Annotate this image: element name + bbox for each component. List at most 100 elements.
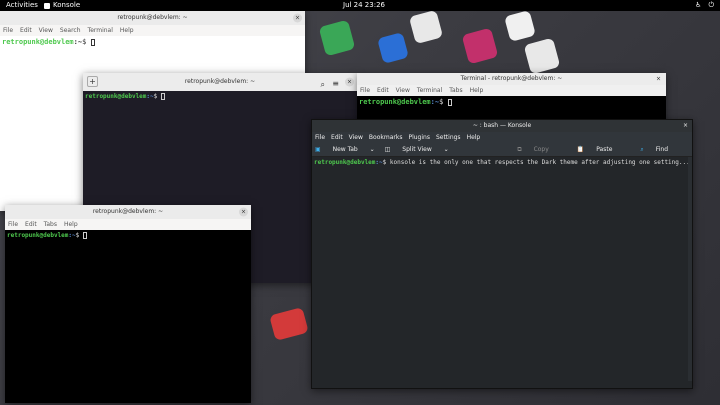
terminal-area[interactable]: retropunk@debvlem:~$ — [5, 230, 251, 241]
konsole-terminal-area[interactable]: retropunk@debvlem:~$ konsole is the only… — [312, 157, 692, 381]
window-title: Terminal - retropunk@debvlem: ~ — [460, 75, 563, 82]
konsole-menubar: File Edit View Bookmarks Plugins Setting… — [312, 132, 692, 143]
terminal-area[interactable]: retropunk@debvlem:~$ — [83, 91, 357, 102]
top-bar: Activities Konsole Jul 24 23:26 ♿ ⏻ — [0, 0, 720, 11]
close-icon[interactable]: × — [345, 77, 354, 87]
clock[interactable]: Jul 24 23:26 — [343, 0, 385, 11]
menu-view[interactable]: View — [396, 87, 410, 94]
split-view-button[interactable]: ◫ Split View ⌄ — [385, 146, 449, 153]
menu-file[interactable]: File — [8, 221, 18, 228]
find-button[interactable]: ⌕ Find — [640, 146, 678, 154]
command-text: konsole is the only one that respects th… — [389, 159, 690, 166]
menu-terminal[interactable]: Terminal — [417, 87, 442, 94]
cursor — [90, 38, 95, 46]
menu-edit[interactable]: Edit — [25, 221, 37, 228]
menu-bookmarks[interactable]: Bookmarks — [369, 132, 403, 143]
menu-file[interactable]: File — [3, 27, 13, 34]
power-icon[interactable]: ⏻ — [708, 0, 714, 11]
menubar: File Edit View Terminal Tabs Help — [357, 85, 666, 96]
search-icon[interactable]: ⌕ — [321, 76, 325, 94]
prompt-path: :~ — [68, 232, 76, 239]
copy-button[interactable]: ⧉ Copy — [517, 146, 558, 154]
wallpaper-icon-blue — [377, 32, 409, 64]
menu-search[interactable]: Search — [60, 27, 81, 34]
prompt-user: retropunk@debvlem — [85, 93, 147, 100]
menu-edit[interactable]: Edit — [377, 87, 389, 94]
wallpaper-icon-green — [318, 19, 356, 57]
new-tab-button[interactable]: ▣ New Tab ⌄ — [315, 146, 375, 153]
split-view-icon: ◫ — [384, 146, 391, 153]
terminal-area[interactable]: retropunk@debvlem:~$ — [0, 36, 305, 48]
menu-edit[interactable]: Edit — [20, 27, 32, 34]
prompt-path: :~ — [430, 98, 440, 106]
konsole-app-icon — [44, 2, 50, 9]
prompt-path: :~ — [146, 93, 154, 100]
close-icon[interactable]: × — [654, 75, 663, 84]
app-menu[interactable]: Konsole — [44, 0, 80, 11]
close-icon[interactable]: × — [239, 207, 248, 217]
window-titlebar[interactable]: + retropunk@debvlem: ~ ⌕ ≡ × — [83, 73, 357, 91]
menu-terminal[interactable]: Terminal — [88, 27, 113, 34]
paste-icon: 📋 — [576, 145, 585, 153]
prompt-user: retropunk@debvlem — [7, 232, 69, 239]
window-titlebar[interactable]: Terminal - retropunk@debvlem: ~ × — [357, 73, 666, 85]
terminal-area[interactable]: retropunk@debvlem:~$ — [357, 96, 666, 108]
close-icon[interactable]: × — [683, 120, 688, 132]
menu-help[interactable]: Help — [64, 221, 78, 228]
menu-help[interactable]: Help — [470, 87, 484, 94]
hamburger-menu-icon[interactable]: ≡ — [332, 75, 339, 93]
app-name: Konsole — [53, 1, 81, 9]
menu-file[interactable]: File — [360, 87, 370, 94]
menu-edit[interactable]: Edit — [331, 132, 343, 143]
menu-view[interactable]: View — [39, 27, 53, 34]
wallpaper-icon-dice — [504, 11, 536, 42]
prompt-user: retropunk@debvlem — [2, 38, 74, 46]
konsole-titlebar[interactable]: ~ : bash — Konsole × — [312, 120, 692, 132]
accessibility-icon[interactable]: ♿ — [695, 0, 701, 11]
konsole-toolbar: ▣ New Tab ⌄ ◫ Split View ⌄ ⧉ Copy 📋 Past… — [312, 143, 692, 157]
prompt-symbol: $ — [382, 159, 387, 166]
prompt-symbol: $ — [153, 93, 158, 100]
prompt-path: :~ — [73, 38, 83, 46]
menu-file[interactable]: File — [315, 132, 325, 143]
prompt-path: :~ — [375, 159, 383, 166]
new-tab-icon[interactable]: + — [87, 76, 98, 87]
menubar: File Edit View Search Terminal Help — [0, 25, 305, 36]
cursor — [82, 232, 87, 239]
window-titlebar[interactable]: retropunk@debvlem: ~ × — [0, 11, 305, 25]
menu-settings[interactable]: Settings — [436, 132, 461, 143]
find-label: Find — [655, 145, 668, 153]
cursor — [447, 98, 452, 106]
paste-label: Paste — [596, 145, 613, 153]
window-title: retropunk@debvlem: ~ — [92, 208, 164, 215]
copy-label: Copy — [533, 145, 549, 153]
window-titlebar[interactable]: retropunk@debvlem: ~ × — [5, 205, 251, 219]
terminal-window-bottom-left[interactable]: retropunk@debvlem: ~ × File Edit Tabs Hel… — [5, 205, 251, 403]
prompt-symbol: $ — [82, 38, 87, 46]
new-tab-label: New Tab — [332, 146, 358, 153]
scrollbar[interactable] — [688, 157, 692, 381]
cursor — [160, 93, 165, 100]
wallpaper-icon-pink — [461, 27, 499, 65]
prompt-symbol: $ — [75, 232, 80, 239]
menu-tabs[interactable]: Tabs — [44, 221, 57, 228]
find-icon: ⌕ — [640, 145, 644, 153]
menu-help[interactable]: Help — [467, 132, 481, 143]
menubar: File Edit Tabs Help — [5, 219, 251, 230]
new-tab-icon: ▣ — [315, 146, 321, 153]
prompt-symbol: $ — [439, 98, 444, 106]
prompt-user: retropunk@debvlem — [359, 98, 431, 106]
prompt-user: retropunk@debvlem — [314, 159, 376, 166]
wallpaper-icon-terminal — [523, 37, 561, 75]
konsole-window[interactable]: ~ : bash — Konsole × File Edit View Book… — [311, 119, 693, 389]
paste-button[interactable]: 📋 Paste — [577, 146, 623, 154]
menu-tabs[interactable]: Tabs — [449, 87, 462, 94]
split-view-label: Split View — [402, 146, 432, 153]
menu-view[interactable]: View — [349, 132, 363, 143]
activities-button[interactable]: Activities — [6, 0, 38, 11]
system-tray[interactable]: ♿ ⏻ — [695, 0, 714, 11]
menu-help[interactable]: Help — [120, 27, 134, 34]
window-title: retropunk@debvlem: ~ — [117, 14, 188, 21]
menu-plugins[interactable]: Plugins — [408, 132, 430, 143]
close-icon[interactable]: × — [293, 13, 302, 23]
